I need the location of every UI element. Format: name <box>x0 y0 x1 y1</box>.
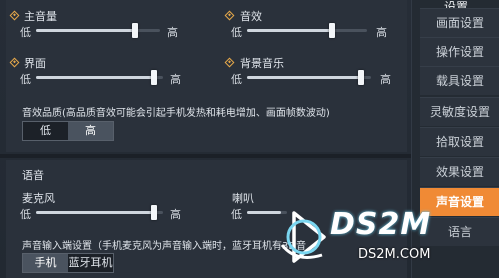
slider-high-label: 高 <box>167 26 178 39</box>
watermark-domain: DS2M.COM <box>358 247 431 262</box>
slider-low-label: 低 <box>20 73 31 86</box>
voice-section-title: 语音 <box>22 169 44 182</box>
sidebar-item-effects[interactable]: 效果设置 <box>420 157 499 186</box>
input-setting-label: 声音输入端设置（手机麦克风为声音输入端时，蓝牙耳机有3D音 <box>22 241 307 252</box>
slider-low-label: 低 <box>231 26 242 39</box>
sidebar-item-sensitivity[interactable]: 灵敏度设置 <box>420 97 499 126</box>
master-volume-label: 主音量 <box>24 10 57 23</box>
sidebar-item-vehicle[interactable]: 载具设置 <box>420 66 499 95</box>
sound-quality-toggle: 低 高 <box>22 121 114 141</box>
ui-volume-slider[interactable]: 低 高 <box>20 70 185 86</box>
slider-low-label: 低 <box>231 208 242 221</box>
quality-option-low[interactable]: 低 <box>23 122 68 140</box>
bgm-volume-slider[interactable]: 低 高 <box>231 70 396 86</box>
slider-fill <box>36 29 136 32</box>
slider-track[interactable] <box>36 205 163 220</box>
slider-thumb[interactable] <box>151 70 158 85</box>
section-divider <box>0 154 411 158</box>
slider-thumb[interactable] <box>132 23 139 38</box>
slider-high-label: 高 <box>376 26 387 39</box>
slider-track[interactable] <box>247 70 371 85</box>
sfx-volume-slider[interactable]: 低 高 <box>231 23 396 39</box>
slider-high-label: 高 <box>170 208 181 221</box>
slider-track[interactable] <box>36 70 163 85</box>
slider-thumb[interactable] <box>329 23 336 38</box>
slider-fill <box>247 29 333 32</box>
slider-fill <box>247 211 281 214</box>
slider-low-label: 低 <box>20 208 31 221</box>
slider-track[interactable] <box>247 23 367 38</box>
slider-high-label: 高 <box>170 73 181 86</box>
watermark-logo-icon <box>280 211 326 263</box>
speaker-label: 喇叭 <box>232 192 254 205</box>
site-watermark: DS2M DS2M.COM <box>278 205 488 275</box>
slider-thumb[interactable] <box>151 205 158 220</box>
sound-quality-label: 音效品质(高品质音效可能会引起手机发热和耗电增加、画面帧数波动) <box>22 108 330 119</box>
sidebar-item-controls[interactable]: 操作设置 <box>420 37 499 66</box>
watermark-brand: DS2M <box>330 207 432 242</box>
sfx-volume-label: 音效 <box>240 10 262 23</box>
master-volume-slider[interactable]: 低 高 <box>20 23 185 39</box>
slider-fill <box>36 76 155 79</box>
slider-low-label: 低 <box>231 73 242 86</box>
slider-thumb[interactable] <box>358 70 365 85</box>
ui-volume-label: 界面 <box>24 57 46 70</box>
sidebar-item-pickup[interactable]: 拾取设置 <box>420 127 499 156</box>
bgm-volume-label: 背景音乐 <box>240 57 284 70</box>
slider-fill <box>247 76 362 79</box>
slider-track[interactable] <box>36 23 160 38</box>
input-option-bluetooth[interactable]: 蓝牙耳机 <box>68 254 113 272</box>
slider-fill <box>36 211 155 214</box>
slider-low-label: 低 <box>20 26 31 39</box>
input-device-toggle: 手机 蓝牙耳机 <box>22 253 114 273</box>
quality-option-high[interactable]: 高 <box>68 122 113 140</box>
input-option-phone[interactable]: 手机 <box>23 254 68 272</box>
microphone-label: 麦克风 <box>22 192 55 205</box>
microphone-slider[interactable]: 低 高 <box>20 205 185 221</box>
slider-high-label: 高 <box>380 73 391 86</box>
sidebar-item-graphics[interactable]: 画面设置 <box>420 8 499 37</box>
